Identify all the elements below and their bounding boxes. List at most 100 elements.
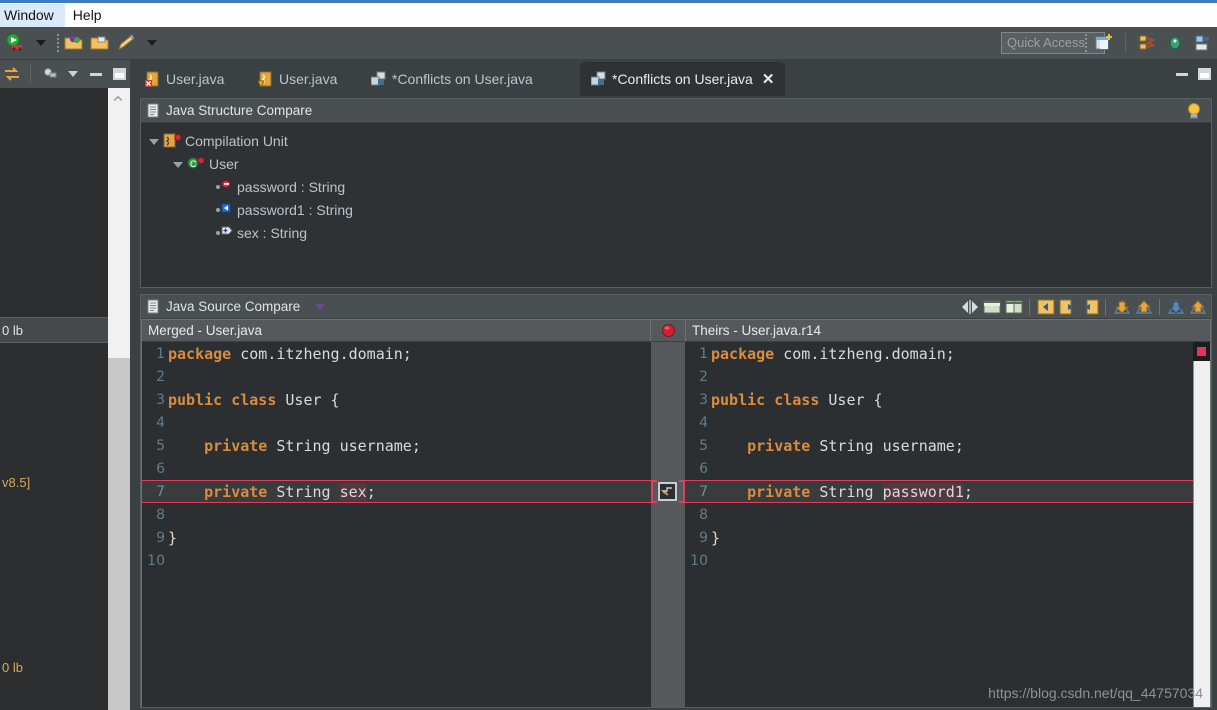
- synchronize-button[interactable]: [2, 62, 22, 86]
- open-type-button[interactable]: [62, 31, 86, 55]
- scrollbar-thumb[interactable]: [108, 88, 130, 358]
- source-compare-menu-button[interactable]: [314, 299, 326, 314]
- previous-difference-button[interactable]: [1134, 297, 1153, 316]
- line-number: 2: [156, 368, 165, 385]
- tree-item-password[interactable]: password : String: [145, 175, 1211, 198]
- tab-conflicts-2[interactable]: *Conflicts on User.java ✕: [580, 62, 786, 96]
- run-dropdown-button[interactable]: [29, 31, 53, 55]
- tree-item-compilation-unit[interactable]: Compilation Unit: [145, 129, 1211, 152]
- two-pane-layout-button[interactable]: [982, 297, 1001, 316]
- tree-item-label: password1 : String: [237, 201, 353, 218]
- field-incoming-icon: [215, 202, 233, 218]
- menu-item-window[interactable]: Window: [0, 3, 65, 27]
- theirs-pane-header: Theirs - User.java.r14: [685, 319, 1211, 342]
- next-change-button[interactable]: [1166, 297, 1185, 316]
- run-button[interactable]: [3, 31, 27, 55]
- toolbar-separator: [1105, 298, 1106, 315]
- left-panel-scrollbar[interactable]: [108, 88, 130, 710]
- line-number: 5: [156, 437, 165, 454]
- three-pane-layout-button[interactable]: [1004, 297, 1023, 316]
- left-background-panel: 0 lb v8.5] 0 lb: [0, 60, 130, 710]
- tree-item-password1[interactable]: password1 : String: [145, 198, 1211, 221]
- compare-code-area: 1 package com.itzheng.domain; 2 3 public…: [141, 342, 1211, 707]
- filter-button[interactable]: [39, 62, 59, 86]
- merged-code-pane[interactable]: 1 package com.itzheng.domain; 2 3 public…: [141, 342, 651, 707]
- copy-all-left-button[interactable]: [1036, 297, 1055, 316]
- next-difference-button[interactable]: [1112, 297, 1131, 316]
- chevron-down-icon[interactable]: [173, 162, 183, 168]
- diff-overview-marker[interactable]: [1193, 342, 1210, 361]
- horizontal-layout-icon: [983, 300, 1000, 313]
- code-line: 2: [685, 365, 1210, 388]
- tree-item-sex[interactable]: sex : String: [145, 221, 1211, 244]
- theirs-pane-scrollbar[interactable]: [1193, 342, 1210, 707]
- editor-minimize-button[interactable]: [1176, 72, 1188, 76]
- line-number: 6: [156, 460, 165, 477]
- merge-gutter: [651, 342, 685, 707]
- close-icon[interactable]: ✕: [762, 70, 775, 88]
- perspective-toolbar: [1083, 31, 1215, 55]
- list-item[interactable]: 0 lb: [0, 317, 110, 343]
- tab-user-java-2[interactable]: User.java: [247, 62, 348, 96]
- copy-right-to-left-button[interactable]: [658, 482, 677, 501]
- code-line: 4: [142, 411, 651, 434]
- code-line: 2: [142, 365, 651, 388]
- line-number: 8: [699, 506, 708, 523]
- conflict-marker-header: [651, 319, 685, 342]
- tab-user-java-1[interactable]: User.java: [134, 62, 235, 96]
- previous-change-button[interactable]: [1188, 297, 1207, 316]
- copy-all-right-button[interactable]: [1058, 297, 1077, 316]
- compare-pane-headers: Merged - User.java Theirs - User.java.r1…: [141, 319, 1211, 342]
- run-toolbar-group: [0, 31, 167, 55]
- code-line-conflict: 7 private String sex;: [142, 480, 651, 503]
- list-item[interactable]: v8.5]: [0, 470, 110, 496]
- code-line: 1 package com.itzheng.domain;: [142, 342, 651, 365]
- compare-viewer-icon: [961, 299, 978, 314]
- structure-compare-tree: Compilation Unit C User password: Strin…: [141, 123, 1211, 244]
- line-number: 6: [699, 460, 708, 477]
- left-view-menu-button[interactable]: [63, 62, 83, 86]
- diff-bracket-left: [651, 480, 657, 503]
- switch-compare-viewer-button[interactable]: [960, 297, 979, 316]
- java-perspective-button[interactable]: [1135, 31, 1159, 55]
- code-line: 10: [142, 549, 651, 572]
- copy-all-right-icon: [1059, 299, 1074, 314]
- code-line: 9 }: [685, 526, 1210, 549]
- left-minimize-button[interactable]: [86, 62, 106, 86]
- line-number: 8: [156, 506, 165, 523]
- copy-current-left-button[interactable]: [1080, 297, 1099, 316]
- prev-diff-icon: [1135, 299, 1152, 314]
- debug-perspective-button[interactable]: [1163, 31, 1187, 55]
- left-maximize-button[interactable]: [110, 62, 130, 86]
- tree-item-user-class[interactable]: C User: [145, 152, 1211, 175]
- chevron-down-icon[interactable]: [149, 139, 159, 145]
- field-added-icon: [215, 225, 233, 241]
- java-source-compare-pane: Java Source Compare Merged - User.java T…: [140, 294, 1212, 708]
- theirs-pane-title: Theirs - User.java.r14: [692, 323, 822, 338]
- open-resource-button[interactable]: [88, 31, 112, 55]
- toolbar-separator: [1029, 298, 1030, 315]
- theirs-code-pane[interactable]: 1 package com.itzheng.domain; 2 3 public…: [685, 342, 1211, 707]
- vertical-layout-icon: [1005, 300, 1022, 313]
- tab-conflicts-1[interactable]: *Conflicts on User.java: [360, 62, 544, 96]
- open-perspective-button[interactable]: [1092, 31, 1116, 55]
- copy-all-left-icon: [1037, 299, 1054, 314]
- pencil-button[interactable]: [114, 31, 138, 55]
- code-line: 5 private String username;: [142, 434, 651, 457]
- pencil-dropdown-button[interactable]: [140, 31, 164, 55]
- list-item[interactable]: 0 lb: [0, 655, 110, 681]
- perspective-drag-handle[interactable]: [1083, 33, 1088, 53]
- left-toolbar-separator: [30, 64, 32, 84]
- line-number: 7: [156, 483, 165, 500]
- lightbulb-icon[interactable]: [1185, 101, 1203, 124]
- document-icon: [147, 103, 159, 118]
- chevron-up-icon[interactable]: [113, 96, 123, 102]
- toolbar-drag-handle[interactable]: [55, 33, 60, 53]
- tree-item-label: password : String: [237, 178, 346, 195]
- menu-item-help[interactable]: Help: [69, 4, 113, 27]
- editor-maximize-button[interactable]: [1198, 68, 1211, 80]
- tab-label: User.java: [279, 71, 338, 87]
- team-sync-perspective-button[interactable]: [1191, 31, 1215, 55]
- class-changed-icon: C: [187, 155, 205, 172]
- source-compare-titlebar: Java Source Compare: [141, 295, 1211, 319]
